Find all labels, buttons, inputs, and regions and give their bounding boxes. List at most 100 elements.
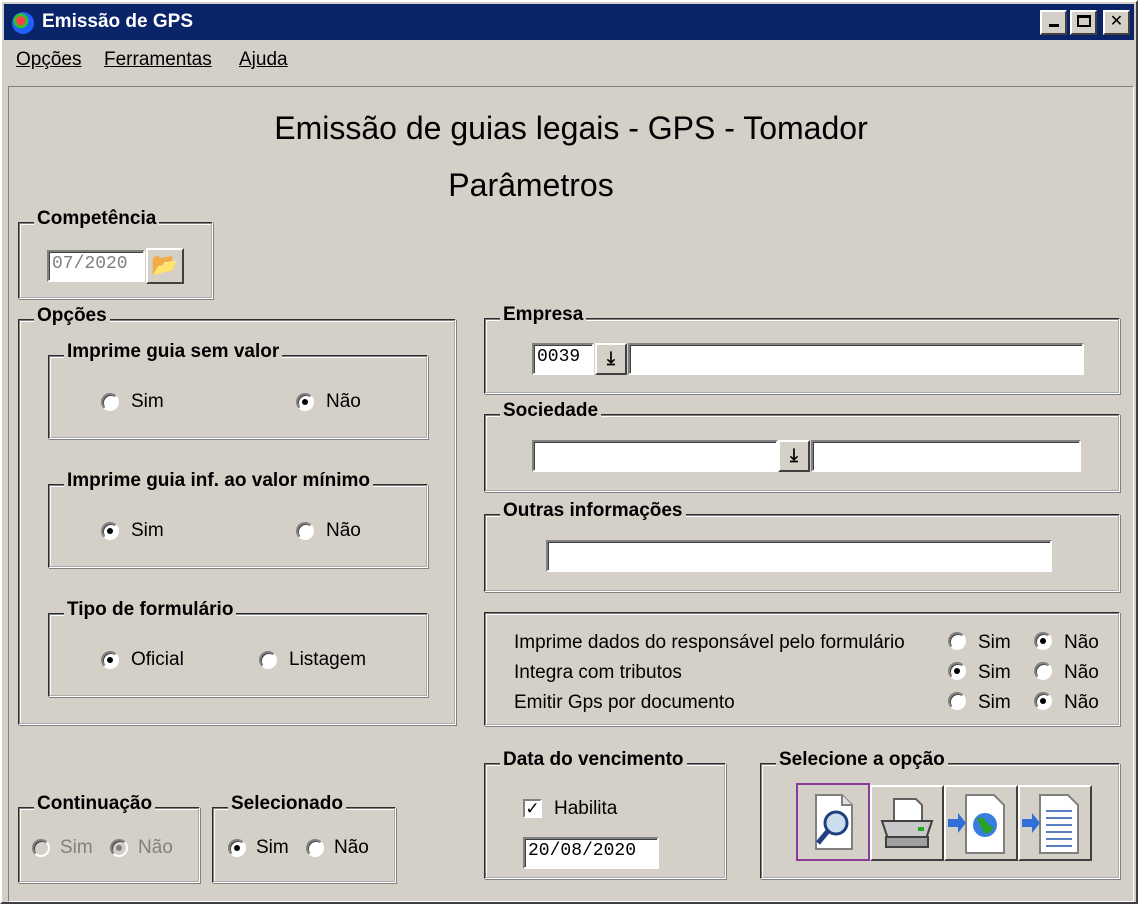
selecionado-nao-radio[interactable] (306, 839, 324, 857)
guia-inf-minimo-sim-radio[interactable] (101, 522, 119, 540)
print-button[interactable] (870, 785, 944, 861)
close-button[interactable]: ✕ (1103, 10, 1130, 35)
flag-label-documento: Emitir Gps por documento (514, 692, 735, 713)
title-bar[interactable]: Emissão de GPS ✕ (4, 4, 1134, 40)
app-icon (12, 12, 34, 34)
guia-inf-minimo-legend: Imprime guia inf. ao valor mínimo (64, 470, 373, 492)
opcoes-legend: Opções (34, 305, 110, 327)
flag-tributos-nao-label: Não (1064, 662, 1099, 683)
empresa-group: Empresa 0039 ⤓ (484, 304, 1120, 394)
flag-label-responsavel: Imprime dados do responsável pelo formul… (514, 632, 905, 653)
flag-responsavel-sim-radio[interactable] (948, 632, 966, 650)
page-subtitle: Parâmetros (448, 167, 614, 203)
selecionado-sim-label: Sim (256, 837, 289, 858)
flag-tributos-nao-radio[interactable] (1034, 662, 1052, 680)
guia-inf-minimo-nao-label: Não (326, 520, 361, 541)
download-arrow-icon: ⤓ (790, 445, 798, 465)
tipo-formulario-oficial-radio[interactable] (101, 651, 119, 669)
page-title: Emissão de guias legais - GPS - Tomador (274, 110, 868, 146)
tipo-formulario-group: Tipo de formulário Oficial Listagem (48, 599, 428, 697)
sociedade-group: Sociedade ⤓ (484, 400, 1120, 492)
open-folder-button[interactable]: 📂 (146, 248, 184, 284)
flag-responsavel-nao-radio[interactable] (1034, 632, 1052, 650)
preview-icon (815, 794, 853, 850)
tipo-formulario-legend: Tipo de formulário (64, 599, 237, 621)
empresa-lookup-button[interactable]: ⤓ (595, 343, 627, 375)
checkmark-icon: ✓ (525, 799, 540, 818)
guia-sem-valor-sim-label: Sim (131, 391, 164, 412)
selecionado-group: Selecionado Sim Não (212, 793, 396, 883)
export-document-button[interactable] (1018, 785, 1092, 861)
flag-documento-nao-label: Não (1064, 692, 1099, 713)
continuacao-group: Continuação Sim Não (18, 793, 200, 883)
continuacao-sim-radio[interactable] (32, 839, 50, 857)
tipo-formulario-listagem-label: Listagem (289, 649, 367, 670)
selecionado-sim-radio[interactable] (228, 839, 246, 857)
guia-inf-minimo-nao-radio[interactable] (296, 522, 314, 540)
flag-documento-sim-label: Sim (978, 692, 1011, 713)
sociedade-code-input[interactable] (532, 440, 778, 472)
maximize-button[interactable] (1070, 10, 1097, 35)
flag-documento-nao-radio[interactable] (1034, 692, 1052, 710)
outras-informacoes-input[interactable] (546, 540, 1052, 572)
flags-group: Imprime dados do responsável pelo formul… (484, 612, 1120, 726)
vencimento-group: Data do vencimento ✓ Habilita 20/08/2020 (484, 749, 726, 879)
empresa-legend: Empresa (500, 304, 587, 326)
close-icon: ✕ (1109, 13, 1124, 30)
sociedade-legend: Sociedade (500, 400, 602, 422)
selecione-opcao-group: Selecione a opção (760, 749, 1120, 879)
continuacao-nao-label: Não (138, 837, 173, 858)
opcoes-group: Opções Imprime guia sem valor Sim Não Im… (18, 305, 456, 725)
sociedade-lookup-button[interactable]: ⤓ (778, 440, 810, 472)
export-web-button[interactable] (944, 785, 1018, 861)
folder-open-icon: 📂 (151, 252, 179, 277)
maximize-icon (1076, 15, 1091, 27)
habilita-label: Habilita (554, 798, 618, 819)
flag-documento-sim-radio[interactable] (948, 692, 966, 710)
guia-sem-valor-group: Imprime guia sem valor Sim Não (48, 341, 428, 439)
menu-ferramentas[interactable]: Ferramentas (104, 49, 212, 71)
vencimento-date-input[interactable]: 20/08/2020 (523, 837, 659, 869)
menu-bar: Opções Ferramentas Ajuda (4, 42, 1134, 76)
selecione-opcao-legend: Selecione a opção (776, 749, 948, 771)
download-arrow-icon: ⤓ (607, 348, 615, 368)
guia-sem-valor-nao-label: Não (326, 391, 361, 412)
competencia-group: Competência 07/2020 📂 (18, 208, 213, 299)
printer-icon (880, 798, 934, 848)
menu-opcoes[interactable]: Opções (16, 49, 81, 71)
sociedade-name-input[interactable] (811, 440, 1081, 472)
minimize-icon (1048, 24, 1059, 27)
guia-sem-valor-legend: Imprime guia sem valor (64, 341, 283, 363)
flag-label-tributos: Integra com tributos (514, 662, 682, 683)
continuacao-nao-radio[interactable] (110, 839, 128, 857)
tipo-formulario-oficial-label: Oficial (131, 649, 184, 670)
selecionado-nao-label: Não (334, 837, 369, 858)
export-web-icon (948, 794, 1005, 854)
flag-responsavel-sim-label: Sim (978, 632, 1011, 653)
habilita-checkbox[interactable]: ✓ (523, 799, 542, 818)
guia-inf-minimo-sim-label: Sim (131, 520, 164, 541)
menu-ajuda[interactable]: Ajuda (239, 49, 288, 71)
empresa-code-input[interactable]: 0039 (532, 343, 594, 375)
window-title: Emissão de GPS (42, 11, 194, 32)
continuacao-legend: Continuação (34, 793, 156, 815)
outras-informacoes-group: Outras informações (484, 500, 1120, 592)
outras-informacoes-legend: Outras informações (500, 500, 686, 522)
continuacao-sim-label: Sim (60, 837, 93, 858)
app-window: Emissão de GPS ✕ Opções Ferramentas Ajud… (0, 0, 1138, 904)
flag-tributos-sim-label: Sim (978, 662, 1011, 683)
guia-inf-minimo-group: Imprime guia inf. ao valor mínimo Sim Nã… (48, 470, 428, 568)
competencia-input[interactable]: 07/2020 (47, 250, 145, 282)
empresa-name-input[interactable] (628, 343, 1084, 375)
guia-sem-valor-sim-radio[interactable] (101, 393, 119, 411)
vencimento-legend: Data do vencimento (500, 749, 687, 771)
export-doc-icon (1022, 794, 1079, 854)
tipo-formulario-listagem-radio[interactable] (259, 651, 277, 669)
flag-tributos-sim-radio[interactable] (948, 662, 966, 680)
flag-responsavel-nao-label: Não (1064, 632, 1099, 653)
competencia-legend: Competência (34, 208, 160, 230)
selecionado-legend: Selecionado (228, 793, 346, 815)
minimize-button[interactable] (1040, 10, 1067, 35)
preview-button[interactable] (796, 783, 870, 861)
guia-sem-valor-nao-radio[interactable] (296, 393, 314, 411)
